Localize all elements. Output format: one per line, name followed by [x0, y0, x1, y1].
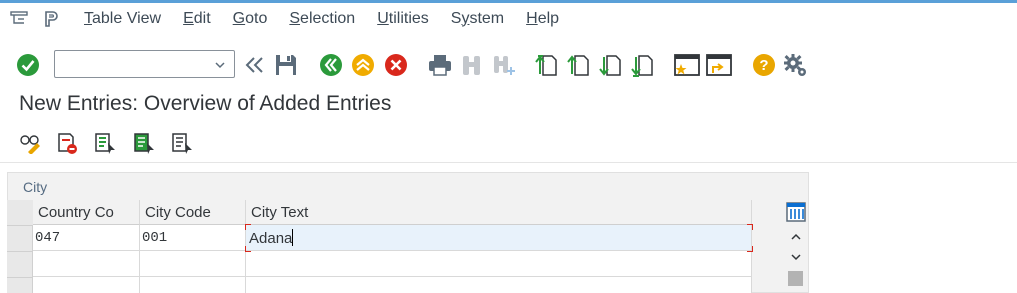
- page-title: New Entries: Overview of Added Entries: [19, 92, 392, 115]
- window-menu-icon[interactable]: [8, 8, 30, 30]
- cell-country[interactable]: [33, 251, 140, 277]
- focus-corner-marker: [747, 224, 753, 230]
- table-control: Country Co City Code City Text 047 001 A…: [7, 200, 753, 293]
- deselect-all-icon[interactable]: [169, 130, 195, 156]
- cell-city-text[interactable]: [246, 251, 752, 277]
- column-header-city-code[interactable]: City Code: [140, 200, 246, 225]
- enter-check-icon[interactable]: [14, 51, 42, 79]
- last-page-icon[interactable]: [629, 51, 657, 79]
- exit-icon[interactable]: [349, 51, 377, 79]
- chevron-down-icon: [791, 254, 801, 261]
- menu-selection[interactable]: Selection: [289, 10, 355, 28]
- menu-goto[interactable]: Goto: [233, 10, 268, 28]
- settings-gear-icon[interactable]: [781, 51, 809, 79]
- menu-system[interactable]: System: [451, 10, 504, 28]
- find-icon[interactable]: [458, 51, 486, 79]
- row-selector[interactable]: [7, 278, 33, 293]
- chevron-down-icon[interactable]: [213, 58, 227, 72]
- row-selector[interactable]: [7, 226, 33, 252]
- focus-corner-marker: [245, 224, 251, 230]
- scrollbar-thumb[interactable]: [788, 271, 803, 286]
- scroll-down-button[interactable]: [787, 249, 805, 265]
- focus-corner-marker: [747, 246, 753, 252]
- delete-row-icon[interactable]: [54, 130, 80, 156]
- help-icon[interactable]: ?: [750, 51, 778, 79]
- select-all-icon[interactable]: [92, 130, 118, 156]
- sap-menu-p-icon[interactable]: [40, 8, 62, 30]
- collapse-arrows-icon[interactable]: [241, 51, 269, 79]
- select-all-rows-button[interactable]: [7, 200, 33, 226]
- row-selector[interactable]: [7, 252, 33, 278]
- toolbar-divider: [0, 162, 1017, 163]
- menu-edit-label: Edit: [183, 9, 211, 27]
- cell-city-text-value: Adana: [249, 230, 293, 247]
- command-field[interactable]: [54, 50, 235, 78]
- create-session-icon[interactable]: [673, 51, 701, 79]
- chevron-up-icon: [791, 233, 801, 240]
- application-toolbar: [0, 126, 1017, 160]
- cancel-icon[interactable]: [382, 51, 410, 79]
- cell-city-code[interactable]: [140, 251, 246, 277]
- cell-city-code[interactable]: [140, 277, 246, 293]
- previous-page-icon[interactable]: [565, 51, 593, 79]
- standard-toolbar: ?: [0, 47, 1017, 83]
- menu-edit[interactable]: Edit: [183, 10, 211, 28]
- command-input[interactable]: [59, 55, 209, 73]
- cell-city-code[interactable]: 001: [140, 225, 246, 251]
- menu-goto-label: Goto: [232, 9, 268, 27]
- row-selector-column: [7, 200, 33, 293]
- table-panel-title: City: [23, 179, 48, 195]
- menu-table-view-label: Table View: [84, 9, 162, 27]
- focus-corner-marker: [245, 246, 251, 252]
- menu-help[interactable]: Help: [526, 10, 559, 28]
- menu-utilities-label: Utilities: [377, 9, 429, 27]
- cell-country[interactable]: [33, 277, 140, 293]
- first-page-icon[interactable]: [533, 51, 561, 79]
- next-page-icon[interactable]: [597, 51, 625, 79]
- print-icon[interactable]: [426, 51, 454, 79]
- text-cursor: [292, 229, 294, 246]
- select-block-icon[interactable]: [131, 130, 157, 156]
- menu-system-label: System: [450, 9, 505, 27]
- column-header-city-text[interactable]: City Text: [246, 200, 752, 225]
- cell-country[interactable]: 047: [33, 225, 140, 251]
- scroll-up-button[interactable]: [787, 229, 805, 245]
- column-settings-icon[interactable]: [786, 202, 806, 222]
- menu-selection-label: Selection: [289, 9, 356, 27]
- display-change-icon[interactable]: [18, 130, 44, 156]
- find-next-icon[interactable]: [490, 51, 518, 79]
- cell-city-text-active[interactable]: Adana: [246, 225, 752, 251]
- menu-help-label: Help: [526, 9, 560, 27]
- menu-utilities[interactable]: Utilities: [377, 10, 429, 28]
- menu-bar: Table View Edit Goto Selection Utilities…: [0, 3, 1017, 34]
- save-icon[interactable]: [272, 51, 300, 79]
- menu-table-view[interactable]: Table View: [84, 10, 161, 28]
- cell-city-text[interactable]: [246, 277, 752, 293]
- svg-text:?: ?: [759, 57, 768, 74]
- column-header-country[interactable]: Country Co: [33, 200, 140, 225]
- back-icon[interactable]: [317, 51, 345, 79]
- shortcut-icon[interactable]: [705, 51, 733, 79]
